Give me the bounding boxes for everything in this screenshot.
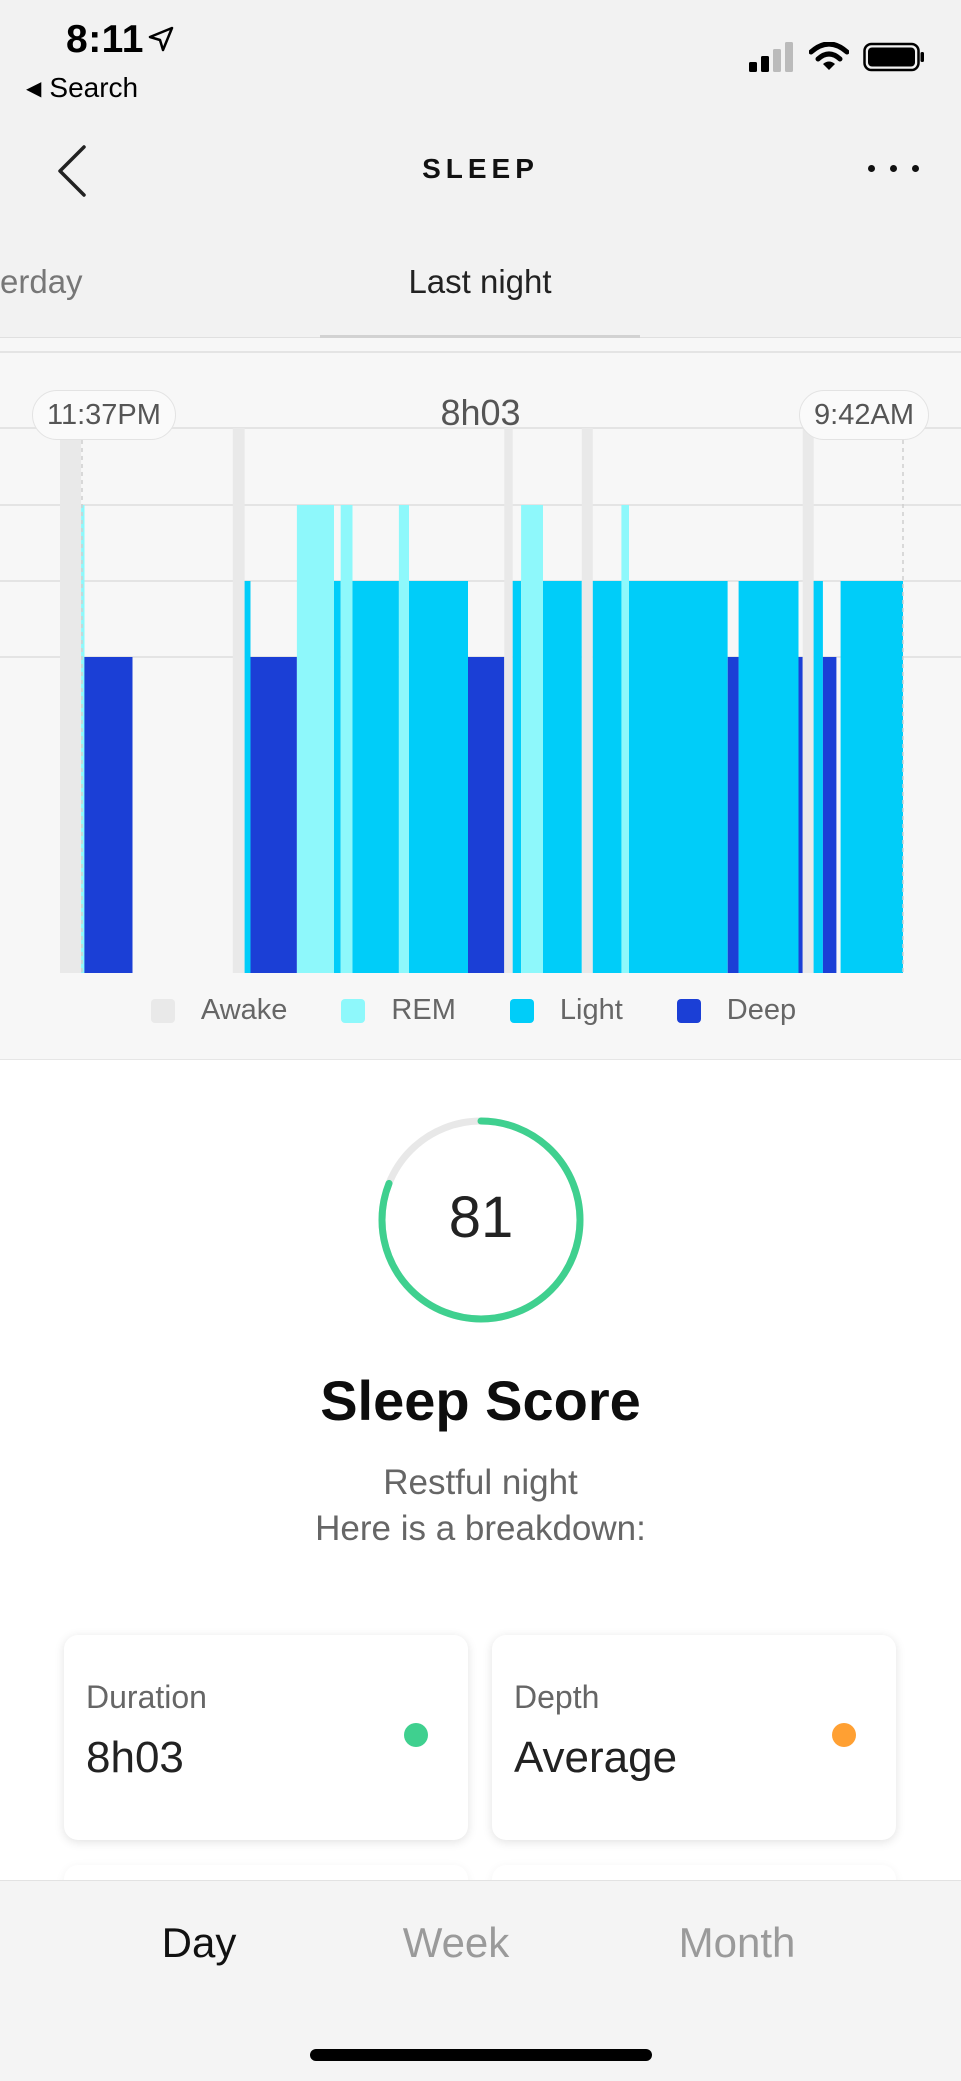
legend-swatch	[150, 998, 175, 1023]
chart-legend: Awake REM Light Deep	[0, 994, 961, 1027]
sleep-segment-deep	[250, 657, 297, 973]
card-value: 8h03	[86, 1733, 184, 1782]
tab-day[interactable]: Day	[99, 1919, 299, 1967]
sleep-segment-light	[409, 581, 468, 973]
more-dot	[912, 165, 919, 172]
legend-label: Deep	[726, 994, 797, 1026]
tab-month[interactable]: Month	[637, 1919, 837, 1967]
sleep-segment-light	[543, 581, 582, 973]
sleep-score-subtitle-line1: Restful night	[383, 1463, 578, 1502]
period-tab-bar: Day Week Month	[0, 1880, 961, 2081]
nav-bar: SLEEP	[0, 115, 961, 225]
home-indicator	[310, 2049, 652, 2061]
more-dot	[868, 165, 875, 172]
sleep-score-subtitle-line2: Here is a breakdown:	[315, 1509, 646, 1548]
signal-icon	[749, 42, 793, 72]
end-time-label: 9:42AM	[799, 390, 929, 440]
legend-label: Awake	[200, 994, 288, 1026]
sleep-segment-awake	[60, 428, 82, 973]
legend-swatch	[341, 998, 366, 1023]
sleep-segment-rem	[521, 505, 543, 973]
back-to-search[interactable]: ◀ Search	[26, 72, 138, 104]
depth-card[interactable]: Depth Average	[492, 1635, 896, 1840]
page-title: SLEEP	[422, 153, 539, 184]
more-dot	[890, 165, 897, 172]
sleep-segment-light	[512, 581, 522, 973]
sleep-segment-awake	[802, 428, 814, 973]
status-dot	[832, 1723, 856, 1747]
status-dot	[404, 1723, 428, 1747]
sleep-segment-awake	[504, 428, 513, 973]
sleep-segment-light	[352, 581, 399, 973]
sleep-segment-light	[629, 581, 728, 973]
legend-label: Light	[559, 994, 623, 1026]
duration-card[interactable]: Duration 8h03	[64, 1635, 468, 1840]
status-time: 8:11	[66, 18, 144, 61]
sleep-segment-light	[840, 581, 903, 973]
sleep-score-title: Sleep Score	[320, 1369, 641, 1432]
legend-swatch	[509, 998, 534, 1023]
sleep-segment-deep	[822, 657, 837, 973]
sleep-segment-deep	[798, 657, 803, 973]
tab-previous-night[interactable]: erday	[0, 263, 83, 301]
sleep-segment-awake	[581, 428, 593, 973]
legend-item-awake: Awake	[150, 994, 288, 1027]
card-value: Average	[514, 1733, 678, 1782]
sleep-score-value: 81	[448, 1185, 514, 1250]
sleep-segment-rem	[340, 505, 353, 973]
sleep-segment-light	[244, 581, 251, 973]
sleep-segment-light	[813, 581, 823, 973]
back-triangle-icon: ◀	[26, 77, 42, 100]
legend-label: REM	[391, 994, 456, 1026]
sleep-score-subtitle: Restful night Here is a breakdown:	[0, 1460, 961, 1552]
night-selector: erday Last night	[0, 225, 961, 338]
legend-item-deep: Deep	[676, 994, 797, 1027]
legend-swatch	[676, 998, 701, 1023]
sleep-segment-rem	[398, 505, 409, 973]
tab-last-night[interactable]: Last night	[320, 263, 640, 301]
back-to-search-label: Search	[49, 72, 139, 103]
sleep-segment-light	[738, 581, 799, 973]
sleep-segment-awake	[232, 428, 245, 973]
legend-item-rem: REM	[341, 994, 456, 1027]
sleep-segment-light	[592, 581, 622, 973]
legend-item-light: Light	[509, 994, 623, 1027]
location-arrow-icon	[148, 26, 174, 52]
battery-icon	[863, 42, 924, 72]
wifi-icon	[809, 42, 849, 70]
status-bar: 8:11 ◀ Search	[0, 0, 961, 115]
sleep-segment-rem	[296, 505, 334, 973]
sleep-segment-deep	[468, 657, 505, 973]
card-label: Depth	[514, 1679, 600, 1715]
status-icons	[749, 42, 925, 72]
card-label: Duration	[86, 1679, 207, 1715]
sleep-segment-deep	[84, 657, 133, 973]
sleep-segment-light	[334, 581, 341, 973]
tab-week[interactable]: Week	[356, 1919, 556, 1967]
more-horizontal-icon[interactable]	[868, 165, 919, 172]
sleep-segment-rem	[621, 505, 629, 973]
sleep-stages-chart	[0, 351, 961, 973]
sleep-chart-area: 11:37PM 8h03 9:42AM Awake REM Light Deep	[0, 338, 961, 1060]
sleep-segment-deep	[727, 657, 739, 973]
